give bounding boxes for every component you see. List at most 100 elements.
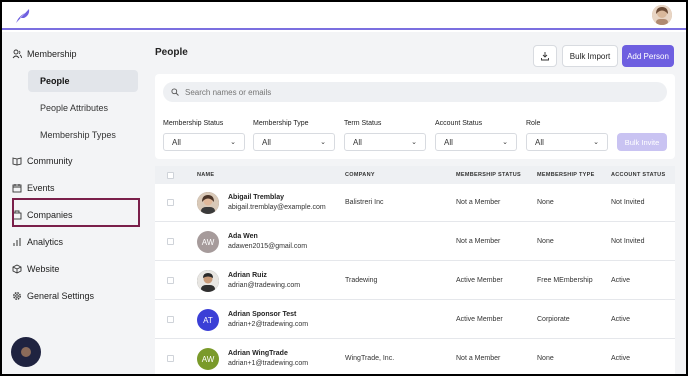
avatar: AW — [197, 231, 219, 253]
select-value: All — [444, 137, 453, 147]
membership-type-cell: Free MEmbership — [537, 277, 593, 284]
gear-icon — [13, 292, 21, 300]
sidebar-item-community[interactable]: Community — [12, 150, 144, 172]
sidebar-item-website[interactable]: Website — [12, 258, 144, 280]
avatar: AW — [197, 348, 219, 370]
chat-launcher-button[interactable] — [11, 337, 41, 367]
person-name[interactable]: Adrian Ruiz — [228, 272, 267, 279]
app-window: Membership People People Attributes Memb… — [2, 2, 686, 374]
account-status-cell: Active — [611, 355, 631, 362]
person-email: adawen2015@gmail.com — [228, 243, 308, 250]
column-header-membership-status: MEMBERSHIP STATUS — [456, 172, 521, 178]
filter-select-membership-type[interactable]: All ⌄ — [253, 133, 335, 151]
filter-select-membership-status[interactable]: All ⌄ — [163, 133, 245, 151]
search-icon — [171, 88, 179, 96]
add-person-button[interactable]: Add Person — [622, 45, 674, 67]
table-row[interactable]: AW Ada Wen adawen2015@gmail.com Not a Me… — [155, 223, 675, 261]
table-row[interactable]: Abigail Tremblay abigail.tremblay@exampl… — [155, 184, 675, 222]
account-status-cell: Active — [611, 277, 631, 284]
membership-status-cell: Not a Member — [456, 355, 501, 362]
account-status-cell: Not Invited — [611, 238, 645, 245]
membership-type-cell: None — [537, 238, 554, 245]
sidebar-item-label: Events — [27, 183, 55, 193]
sidebar-item-label: General Settings — [27, 291, 95, 301]
company-cell: WingTrade, Inc. — [345, 355, 395, 362]
filter-select-term-status[interactable]: All ⌄ — [344, 133, 426, 151]
sidebar-item-analytics[interactable]: Analytics — [12, 231, 144, 253]
row-checkbox[interactable] — [167, 355, 174, 362]
filter-label-membership-type: Membership Type — [253, 120, 309, 127]
select-value: All — [262, 137, 271, 147]
table-row[interactable]: AT Adrian Sponsor Test adrian+2@tradewin… — [155, 301, 675, 339]
filter-label-role: Role — [526, 120, 541, 127]
chevron-down-icon: ⌄ — [411, 139, 417, 146]
column-header-name: NAME — [197, 172, 215, 178]
chevron-down-icon: ⌄ — [593, 139, 599, 146]
company-cell: Balistreri Inc — [345, 199, 384, 206]
page-title: People — [155, 47, 188, 58]
membership-type-cell: Corpiorate — [537, 316, 570, 323]
membership-status-cell: Active Member — [456, 316, 503, 323]
search-bar[interactable] — [163, 82, 667, 102]
row-checkbox[interactable] — [167, 277, 174, 284]
person-name[interactable]: Adrian WingTrade — [228, 350, 288, 357]
bulk-invite-button[interactable]: Bulk Invite — [617, 133, 667, 151]
select-value: All — [535, 137, 544, 147]
column-header-membership-type: MEMBERSHIP TYPE — [537, 172, 595, 178]
avatar — [197, 192, 219, 214]
sidebar-subitem-membership-types[interactable]: Membership Types — [28, 124, 138, 146]
row-checkbox[interactable] — [167, 316, 174, 323]
sidebar-item-label: Community — [27, 156, 73, 166]
sidebar-subitem-label: Membership Types — [40, 130, 116, 140]
sidebar-item-label: Membership — [27, 49, 77, 59]
person-name[interactable]: Adrian Sponsor Test — [228, 311, 296, 318]
table-row[interactable]: AW Adrian WingTrade adrian+1@tradewing.c… — [155, 340, 675, 374]
chevron-down-icon: ⌄ — [320, 139, 326, 146]
avatar — [197, 270, 219, 292]
download-button[interactable] — [533, 45, 557, 67]
sidebar-item-events[interactable]: Events — [12, 177, 144, 199]
sidebar-subitem-label: People Attributes — [40, 103, 109, 113]
sidebar-item-label: Analytics — [27, 237, 64, 247]
table-row[interactable]: Adrian Ruiz adrian@tradewing.com Tradewi… — [155, 262, 675, 300]
users-icon — [12, 49, 22, 59]
avatar: AT — [197, 309, 219, 331]
column-header-account-status: ACCOUNT STATUS — [611, 172, 666, 178]
bar-chart-icon — [13, 238, 21, 246]
calendar-icon — [12, 184, 22, 193]
filter-select-account-status[interactable]: All ⌄ — [435, 133, 517, 151]
sidebar-item-general-settings[interactable]: General Settings — [12, 285, 144, 307]
membership-type-cell: None — [537, 199, 554, 206]
person-email: adrian@tradewing.com — [228, 282, 301, 289]
cube-icon — [12, 264, 22, 274]
top-bar — [2, 2, 686, 30]
analytics-highlight-box — [12, 198, 140, 227]
table-header: NAME COMPANY MEMBERSHIP STATUS MEMBERSHI… — [155, 166, 675, 184]
select-value: All — [353, 137, 362, 147]
user-avatar[interactable] — [652, 5, 672, 25]
sidebar-subitem-people-attributes[interactable]: People Attributes — [28, 97, 138, 119]
person-name[interactable]: Abigail Tremblay — [228, 194, 284, 201]
membership-status-cell: Not a Member — [456, 238, 501, 245]
sidebar-subitem-people[interactable]: People — [28, 70, 138, 92]
sidebar-item-label: Website — [27, 264, 60, 274]
filter-label-term-status: Term Status — [344, 120, 382, 127]
row-checkbox[interactable] — [167, 199, 174, 206]
feather-logo-icon[interactable] — [14, 7, 32, 25]
filter-panel: Membership Status All ⌄ Membership Type A… — [155, 74, 675, 159]
row-checkbox[interactable] — [167, 238, 174, 245]
chevron-down-icon: ⌄ — [230, 139, 236, 146]
person-email: adrian+1@tradewing.com — [228, 360, 309, 367]
company-cell: Tradewing — [345, 277, 378, 284]
person-name[interactable]: Ada Wen — [228, 233, 258, 240]
bulk-import-button[interactable]: Bulk Import — [562, 45, 618, 67]
search-input[interactable] — [185, 87, 645, 97]
column-header-company: COMPANY — [345, 172, 375, 178]
select-all-checkbox[interactable] — [167, 172, 174, 179]
membership-status-cell: Not a Member — [456, 199, 501, 206]
filter-select-role[interactable]: All ⌄ — [526, 133, 608, 151]
download-icon — [541, 52, 549, 61]
filter-label-account-status: Account Status — [435, 120, 483, 127]
account-status-cell: Active — [611, 316, 631, 323]
sidebar-item-membership[interactable]: Membership — [12, 43, 144, 65]
